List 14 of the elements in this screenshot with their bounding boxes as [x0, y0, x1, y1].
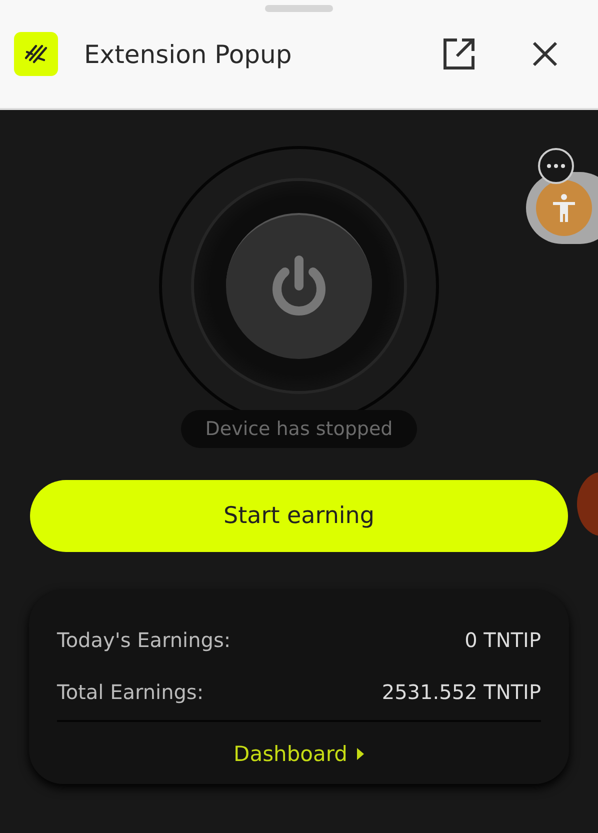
accessibility-icon: [552, 193, 576, 223]
drag-handle[interactable]: [265, 5, 333, 12]
dashboard-link[interactable]: Dashboard: [234, 742, 364, 766]
caret-icon: [357, 748, 364, 760]
app-logo-icon: [14, 32, 58, 76]
start-earning-button[interactable]: Start earning: [30, 480, 568, 552]
earnings-value: 2531.552 TNTIP: [382, 680, 541, 704]
device-status: Device has stopped: [181, 410, 417, 448]
earnings-label: Total Earnings:: [57, 680, 204, 704]
close-icon[interactable]: [532, 41, 558, 67]
earnings-label: Today's Earnings:: [57, 628, 231, 652]
earnings-value: 0 TNTIP: [464, 628, 541, 652]
window-title: Extension Popup: [84, 40, 293, 68]
open-external-icon[interactable]: [442, 37, 476, 71]
